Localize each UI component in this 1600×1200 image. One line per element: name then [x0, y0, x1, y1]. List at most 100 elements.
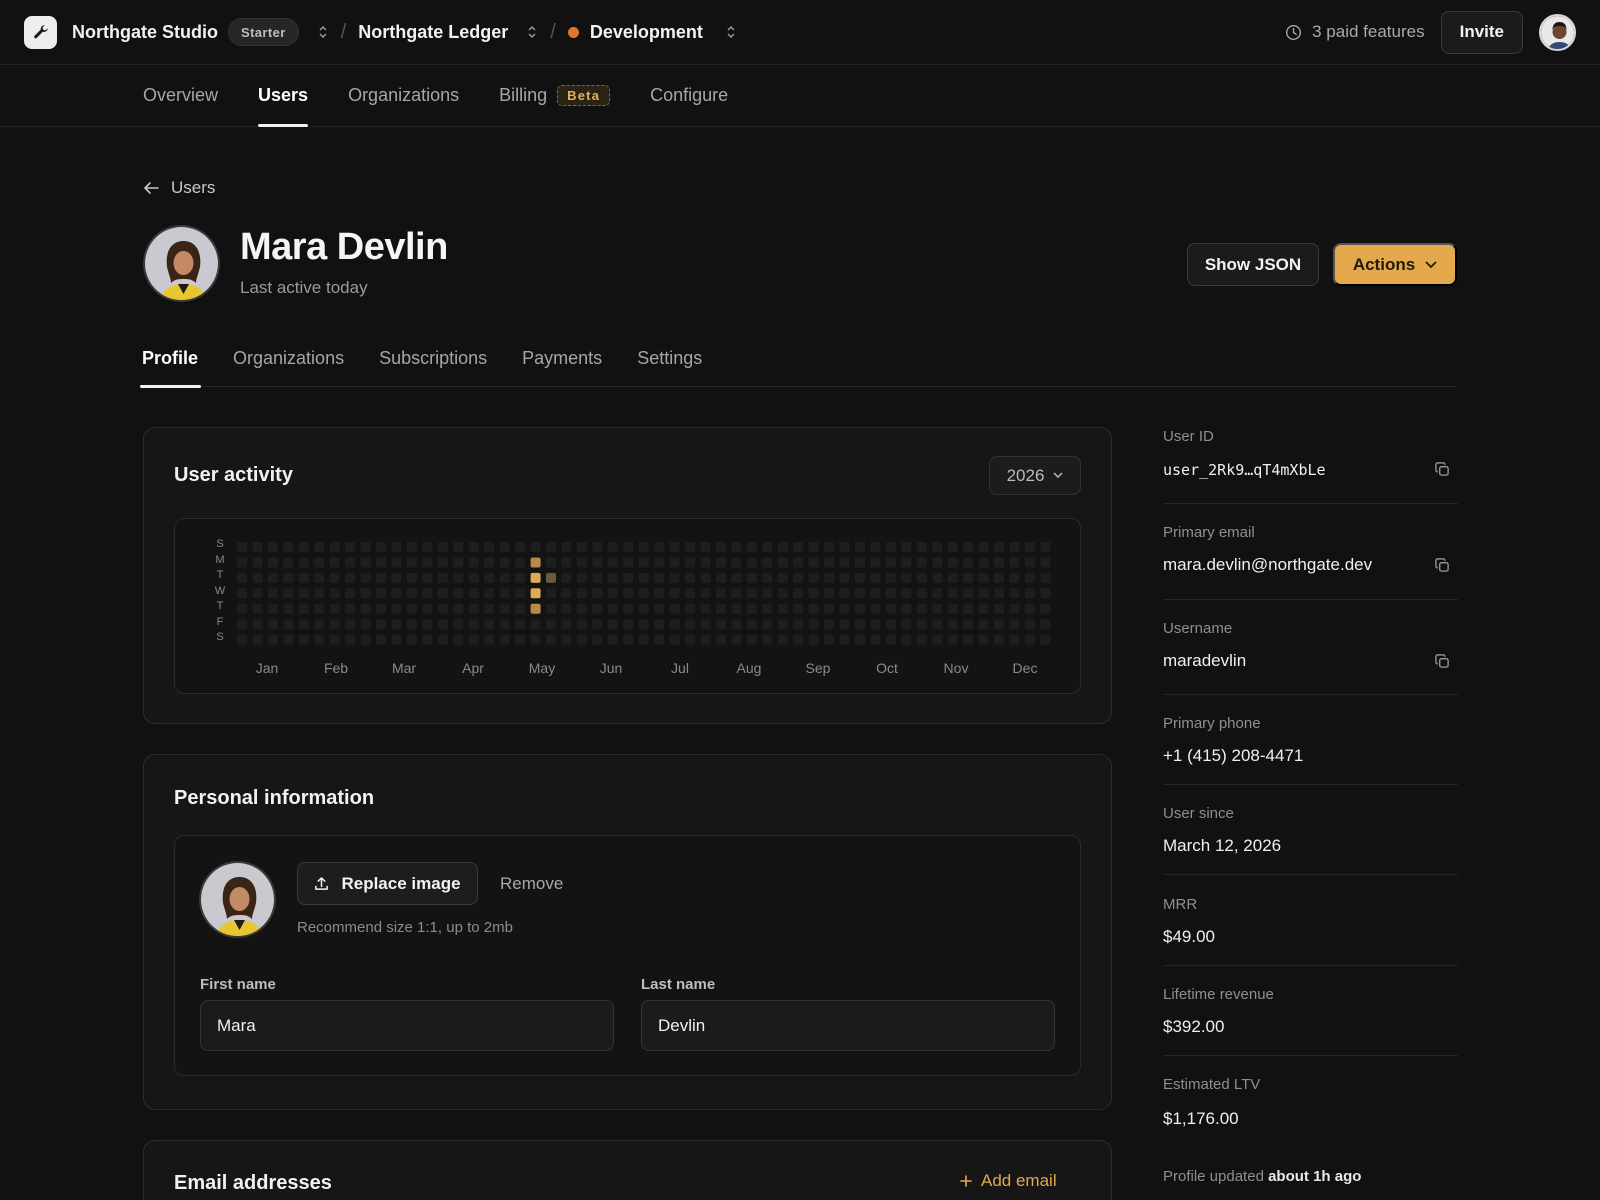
nav-users[interactable]: Users	[258, 65, 309, 127]
activity-cell	[824, 542, 835, 552]
activity-cell	[994, 634, 1004, 645]
activity-cell	[468, 634, 479, 645]
primary-phone-value: +1 (415) 208-4471	[1163, 746, 1304, 765]
activity-cell	[237, 603, 247, 614]
actions-button[interactable]: Actions	[1333, 243, 1457, 286]
activity-cell	[576, 572, 587, 583]
first-name-field[interactable]	[200, 1000, 614, 1051]
tab-payments[interactable]: Payments	[522, 340, 602, 387]
activity-cell	[963, 603, 974, 614]
activity-cell	[391, 542, 402, 552]
activity-cell	[777, 603, 788, 614]
activity-cell	[329, 542, 340, 552]
activity-cell	[916, 634, 927, 645]
activity-cell	[376, 619, 386, 630]
activity-cell	[267, 588, 278, 599]
activity-cell	[839, 588, 850, 599]
studio-name[interactable]: Northgate Studio	[72, 22, 218, 43]
app-name[interactable]: Northgate Ledger	[358, 22, 508, 43]
current-user-avatar[interactable]	[1539, 13, 1576, 51]
activity-cell	[237, 588, 247, 599]
user-activity-title: User activity	[174, 464, 293, 486]
activity-cell	[1024, 603, 1035, 614]
activity-cell	[437, 603, 448, 614]
activity-cell	[314, 542, 325, 552]
copy-icon[interactable]	[1435, 654, 1450, 669]
activity-cell	[499, 588, 510, 599]
activity-cell	[391, 572, 402, 583]
activity-cell	[422, 588, 433, 599]
activity-cell	[237, 572, 247, 583]
activity-cell	[391, 634, 402, 645]
activity-cell	[252, 619, 263, 630]
remove-image-button[interactable]: Remove	[500, 874, 563, 894]
last-name-field[interactable]	[641, 1000, 1055, 1051]
activity-cell	[793, 542, 804, 552]
activity-cell	[685, 542, 695, 552]
beta-badge: Beta	[557, 85, 611, 106]
activity-cell	[267, 542, 278, 552]
meta-user-id: User ID user_2Rk9…qT4mXbLe	[1163, 428, 1458, 504]
nav-configure[interactable]: Configure	[650, 65, 728, 126]
show-json-button[interactable]: Show JSON	[1187, 243, 1319, 286]
activity-cell	[978, 634, 989, 645]
nav-billing[interactable]: Billing Beta	[499, 65, 611, 126]
copy-icon[interactable]	[1435, 462, 1450, 477]
tab-profile[interactable]: Profile	[139, 340, 202, 388]
activity-cell	[329, 634, 340, 645]
copy-icon[interactable]	[1435, 558, 1450, 573]
nav-organizations[interactable]: Organizations	[348, 65, 459, 126]
tab-organizations[interactable]: Organizations	[233, 340, 344, 387]
activity-heatmap: S M T W T F S Jan Feb Mar Apr May Jun Ju…	[174, 518, 1081, 694]
replace-image-button[interactable]: Replace image	[297, 862, 478, 905]
back-to-users-link[interactable]: Users	[143, 178, 215, 198]
studio-logo[interactable]	[24, 15, 57, 49]
activity-cell	[437, 634, 448, 645]
activity-cell	[1040, 603, 1051, 614]
activity-cell	[885, 588, 896, 599]
paid-features-indicator[interactable]: 3 paid features	[1285, 22, 1425, 42]
add-email-button[interactable]: Add email	[960, 1171, 1057, 1191]
activity-cell	[360, 619, 371, 630]
activity-cell	[437, 557, 448, 568]
activity-cell	[824, 557, 835, 568]
breadcrumb-separator: /	[550, 20, 556, 43]
activity-cell	[1024, 542, 1035, 552]
back-label: Users	[171, 178, 216, 197]
activity-cell	[561, 542, 572, 552]
activity-cell	[376, 588, 386, 599]
studio-switcher-icon[interactable]	[313, 22, 333, 42]
activity-cell	[885, 634, 896, 645]
activity-cell	[731, 588, 742, 599]
activity-cell	[947, 603, 958, 614]
activity-cell	[515, 557, 526, 568]
activity-cell	[839, 603, 850, 614]
activity-cell	[376, 634, 386, 645]
meta-username: Username maradevlin	[1163, 620, 1458, 695]
activity-cell	[824, 634, 835, 645]
activity-cell	[314, 588, 325, 599]
activity-cell	[716, 603, 726, 614]
invite-button[interactable]: Invite	[1440, 10, 1523, 54]
activity-cell	[824, 588, 835, 599]
activity-cell	[252, 588, 263, 599]
activity-cell	[839, 542, 850, 552]
tab-settings[interactable]: Settings	[637, 340, 702, 387]
activity-cell	[947, 572, 958, 583]
environment-switcher-icon[interactable]	[721, 22, 741, 42]
app-switcher-icon[interactable]	[522, 22, 542, 42]
activity-cell	[437, 572, 448, 583]
activity-cell	[746, 634, 757, 645]
activity-cell	[793, 588, 804, 599]
activity-cell	[916, 557, 927, 568]
nav-overview[interactable]: Overview	[143, 65, 218, 126]
environment-name[interactable]: Development	[590, 22, 703, 43]
year-select[interactable]: 2026	[989, 456, 1081, 495]
activity-cell	[932, 603, 943, 614]
activity-cell	[638, 634, 649, 645]
activity-cell	[885, 557, 896, 568]
activity-cell	[654, 542, 665, 552]
meta-label: Primary email	[1163, 524, 1255, 541]
activity-cell	[267, 557, 278, 568]
tab-subscriptions[interactable]: Subscriptions	[379, 340, 487, 387]
